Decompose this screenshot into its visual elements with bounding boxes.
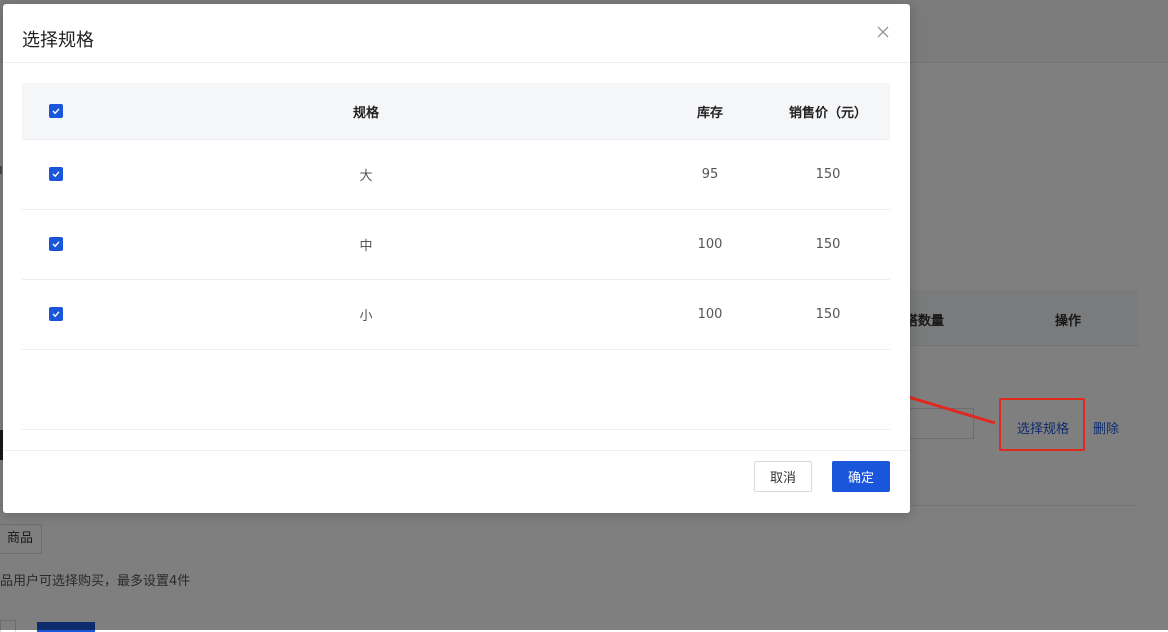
row-checkbox-cell [22, 139, 90, 209]
stock-cell: 95 [701, 166, 719, 182]
select-all-cell [22, 83, 90, 139]
stock-cell: 100 [697, 306, 723, 322]
price-cell: 150 [815, 236, 841, 252]
close-icon[interactable] [873, 22, 893, 42]
row-checkbox[interactable] [49, 237, 63, 251]
check-icon [52, 108, 60, 115]
table-header-row: 规格 库存 销售价（元） [22, 83, 890, 140]
table-empty-area [22, 349, 890, 430]
column-price: 销售价（元） [788, 105, 867, 121]
select-spec-dialog: 选择规格 规格 库存 销售价（元） 大 95 150 中 100 150 小 1… [3, 4, 910, 513]
price-cell: 150 [815, 166, 841, 182]
dialog-title: 选择规格 [22, 30, 94, 51]
row-checkbox[interactable] [49, 307, 63, 321]
column-stock: 库存 [696, 105, 723, 121]
row-checkbox-cell [22, 279, 90, 349]
column-spec: 规格 [352, 105, 379, 121]
check-icon [52, 171, 60, 178]
check-icon [52, 241, 60, 248]
spec-cell: 中 [359, 238, 373, 254]
price-cell: 150 [815, 306, 841, 322]
confirm-button[interactable]: 确定 [832, 461, 890, 492]
table-row[interactable]: 小 100 150 [22, 279, 890, 350]
table-row[interactable]: 中 100 150 [22, 209, 890, 280]
select-all-checkbox[interactable] [49, 104, 63, 118]
table-row[interactable]: 大 95 150 [22, 139, 890, 210]
divider [3, 62, 910, 63]
stock-cell: 100 [697, 236, 723, 252]
divider [3, 450, 910, 451]
spec-cell: 小 [359, 308, 373, 324]
row-checkbox-cell [22, 209, 90, 279]
cancel-button[interactable]: 取消 [754, 461, 812, 492]
spec-cell: 大 [359, 168, 373, 184]
check-icon [52, 311, 60, 318]
row-checkbox[interactable] [49, 167, 63, 181]
